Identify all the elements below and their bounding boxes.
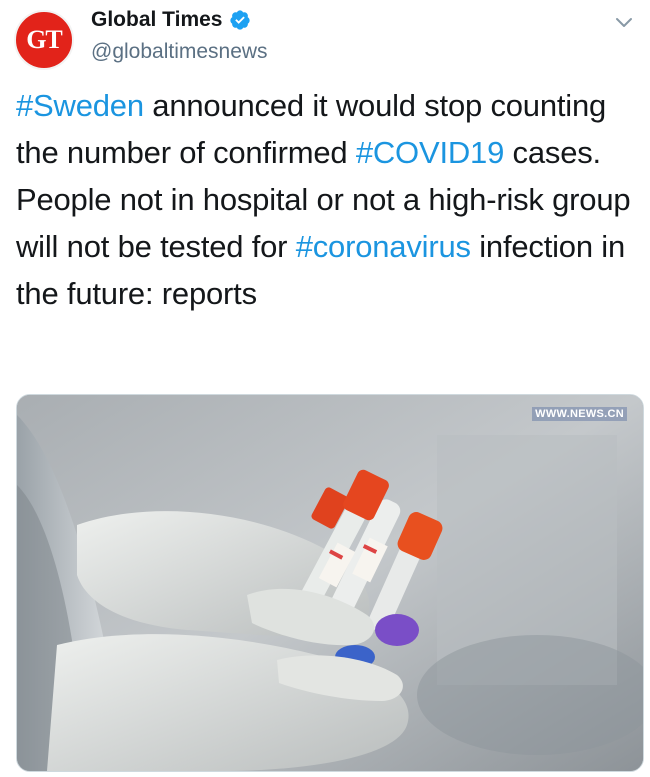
avatar[interactable]: GT	[14, 10, 74, 70]
avatar-logo-text: GT	[26, 25, 63, 54]
hashtag-link[interactable]: #COVID19	[356, 135, 505, 170]
author-display-name[interactable]: Global Times	[91, 8, 223, 32]
hashtag-link[interactable]: #Sweden	[16, 88, 144, 123]
chevron-down-icon[interactable]	[614, 12, 634, 32]
verified-badge-icon	[229, 10, 250, 30]
tweet-card: GT Global Times @globaltimesnews #Sweden…	[0, 0, 650, 777]
hashtag-link[interactable]: #coronavirus	[296, 229, 471, 264]
media-watermark: WWW.NEWS.CN	[532, 407, 627, 421]
photo-test-tubes-gloved-hands	[17, 395, 643, 771]
author-handle[interactable]: @globaltimesnews	[91, 40, 268, 64]
tweet-text: #Sweden announced it would stop counting…	[16, 82, 636, 317]
tweet-media-image[interactable]: WWW.NEWS.CN	[16, 394, 644, 772]
author-name-row: Global Times	[91, 8, 251, 32]
